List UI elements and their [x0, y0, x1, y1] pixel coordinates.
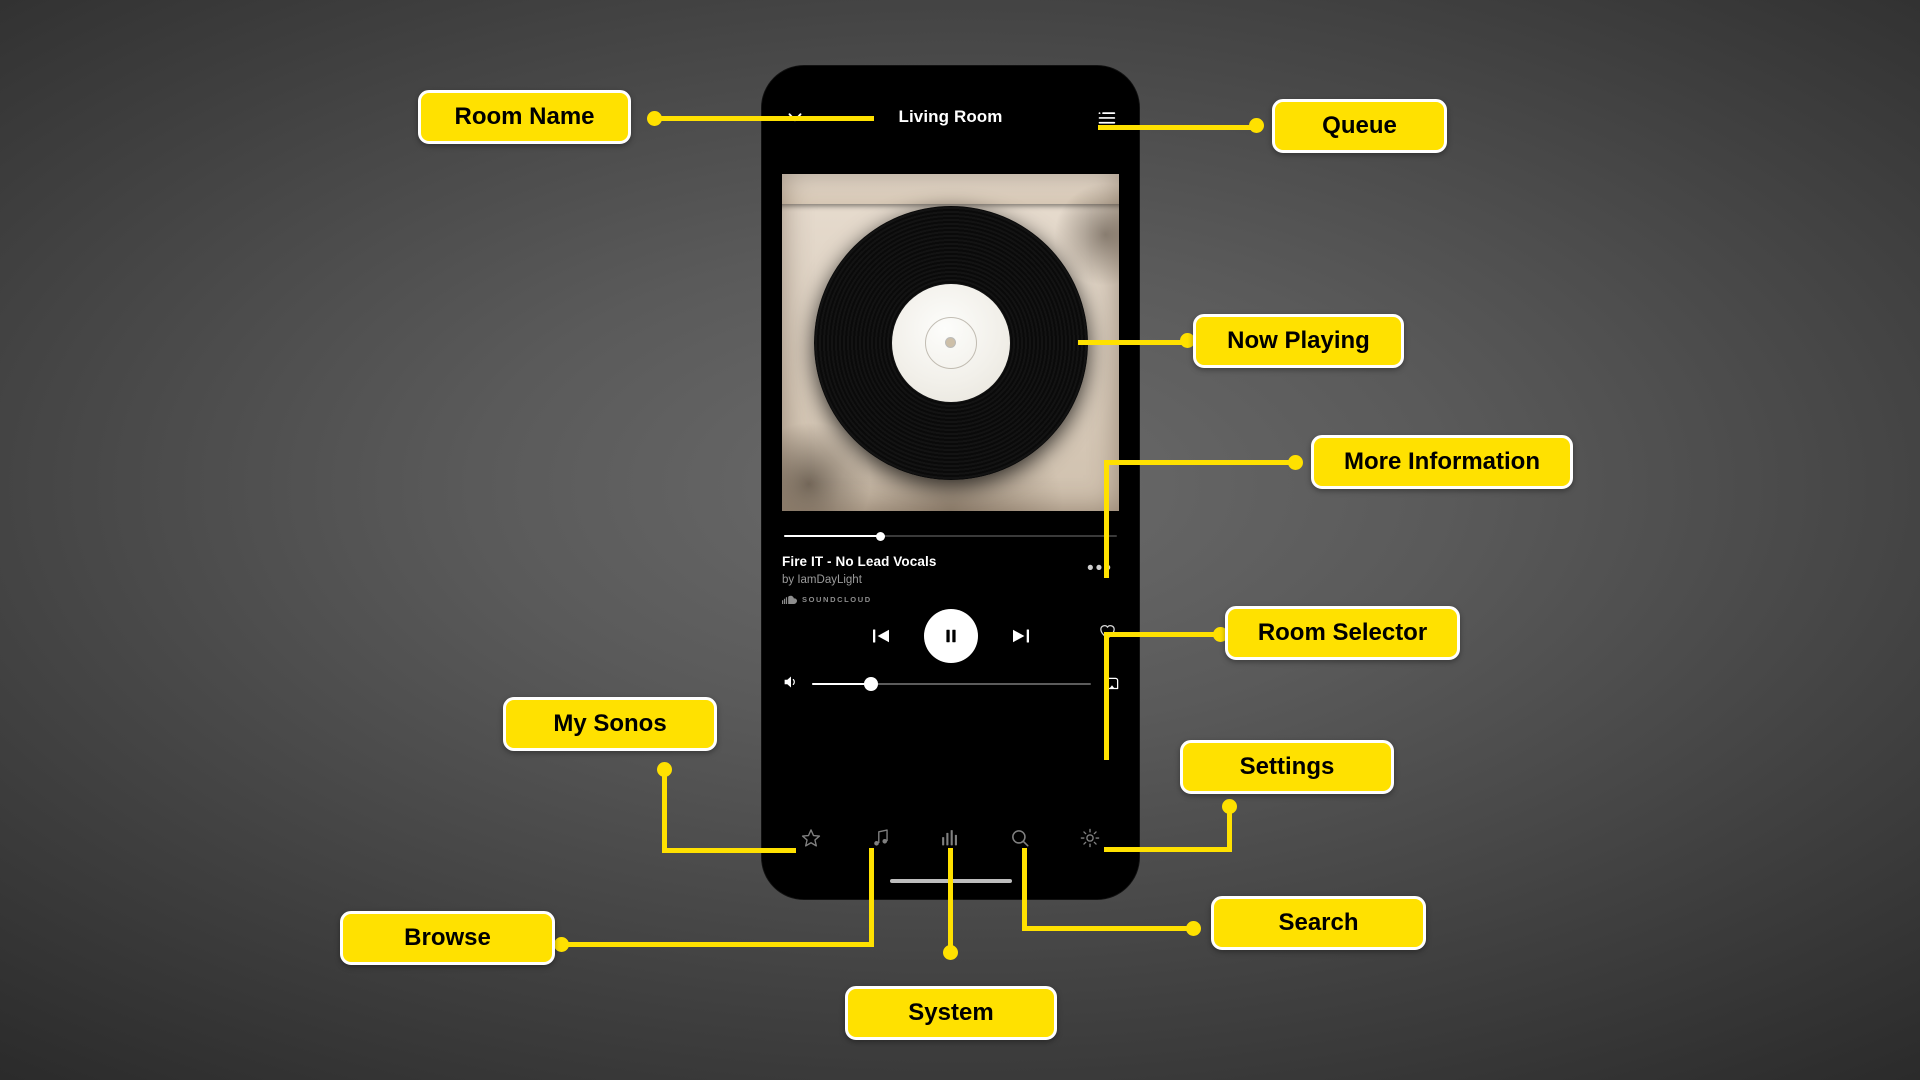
- leader-dot-queue: [1249, 118, 1264, 133]
- tab-settings[interactable]: [1079, 827, 1101, 849]
- progress-knob[interactable]: [876, 531, 886, 541]
- leader-queue: [1098, 125, 1260, 130]
- leader-system-v: [948, 848, 953, 948]
- leader-dot-more-information: [1288, 455, 1303, 470]
- leader-dot-settings: [1222, 799, 1237, 814]
- callout-now-playing: Now Playing: [1193, 314, 1404, 368]
- leader-search-h: [1022, 926, 1192, 931]
- callout-browse: Browse: [340, 911, 555, 965]
- magnifier-icon: [1012, 830, 1029, 847]
- equalizer-bars-icon: [942, 830, 958, 846]
- service-name: SOUNDCLOUD: [802, 595, 872, 604]
- leader-browse-v: [869, 848, 874, 942]
- tab-my-sonos[interactable]: [800, 827, 822, 849]
- music-note-icon: [873, 829, 888, 846]
- callout-room-name: Room Name: [418, 90, 631, 144]
- pause-button[interactable]: [923, 609, 978, 663]
- skip-previous-icon[interactable]: [869, 624, 893, 648]
- music-service: SOUNDCLOUD: [782, 595, 1119, 604]
- track-info: Fire IT - No Lead Vocals by IamDayLight …: [782, 554, 1119, 604]
- volume-fill: [812, 683, 871, 685]
- vinyl-record: [813, 205, 1088, 480]
- album-art[interactable]: [782, 174, 1119, 511]
- callout-more-information: More Information: [1311, 435, 1573, 489]
- leader-dot-system: [943, 945, 958, 960]
- leader-my-sonos-v: [662, 769, 667, 853]
- callout-search: Search: [1211, 896, 1426, 950]
- tab-system[interactable]: [939, 827, 961, 849]
- leader-room-name: [652, 116, 874, 121]
- callout-queue: Queue: [1272, 99, 1447, 153]
- callout-settings: Settings: [1180, 740, 1394, 794]
- tab-browse[interactable]: [870, 827, 892, 849]
- sonos-app: Living Room Fire IT - No Lead Vocals by …: [762, 66, 1139, 899]
- leader-settings-h: [1104, 847, 1232, 852]
- leader-dot-my-sonos: [657, 762, 672, 777]
- progress-slider[interactable]: [784, 529, 1117, 543]
- callout-room-selector: Room Selector: [1225, 606, 1460, 660]
- callout-my-sonos: My Sonos: [503, 697, 717, 751]
- leader-browse-h: [561, 942, 874, 947]
- leader-room-selector-v: [1104, 632, 1109, 760]
- leader-room-selector-h: [1104, 632, 1221, 637]
- callout-system: System: [845, 986, 1057, 1040]
- pause-icon: [945, 629, 956, 643]
- soundcloud-icon: [782, 595, 797, 604]
- leader-more-information-v: [1104, 460, 1109, 578]
- volume-slider[interactable]: [812, 677, 1091, 691]
- volume-icon[interactable]: [782, 673, 800, 696]
- skip-next-icon[interactable]: [1009, 624, 1033, 648]
- star-icon: [801, 829, 821, 847]
- track-title: Fire IT - No Lead Vocals: [782, 554, 937, 569]
- volume-row: [782, 672, 1121, 696]
- gear-icon: [1080, 828, 1100, 848]
- progress-fill: [784, 535, 881, 537]
- leader-dot-browse: [554, 937, 569, 952]
- leader-dot-search: [1186, 921, 1201, 936]
- phone-frame: Living Room Fire IT - No Lead Vocals by …: [762, 66, 1139, 899]
- vinyl-label-ring: [924, 316, 977, 369]
- transport-controls: [762, 606, 1139, 666]
- leader-dot-room-name: [647, 111, 662, 126]
- leader-my-sonos-h: [662, 848, 796, 853]
- leader-search-v: [1022, 848, 1027, 926]
- leader-more-information-h: [1104, 460, 1296, 465]
- track-artist: by IamDayLight: [782, 574, 862, 586]
- more-information-dots-icon[interactable]: •••: [1087, 559, 1113, 578]
- tab-search[interactable]: [1009, 827, 1031, 849]
- volume-knob[interactable]: [863, 677, 878, 691]
